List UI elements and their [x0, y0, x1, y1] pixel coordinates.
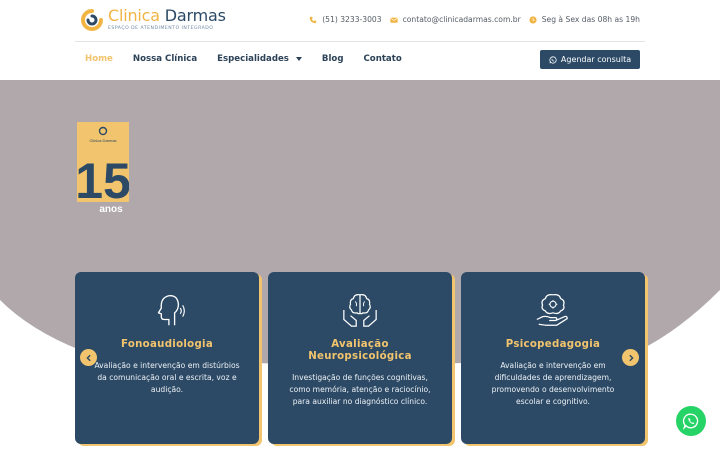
card-text: Avaliação e intervenção em dificuldades … — [491, 361, 615, 406]
clock-icon — [529, 15, 537, 24]
carousel-prev-button[interactable] — [80, 349, 97, 366]
hours-contact: Seg à Sex das 08h as 19h — [529, 15, 640, 24]
anniversary-badge: Clinica Darmas 15 anos — [77, 122, 129, 214]
card-text: Avaliação e intervenção em distúrbios da… — [94, 361, 240, 394]
carousel-next-button[interactable] — [622, 349, 639, 366]
chevron-right-icon — [628, 354, 634, 361]
envelope-icon — [390, 17, 398, 23]
email-text: contato@clinicadarmas.com.br — [402, 15, 521, 24]
email-contact[interactable]: contato@clinicadarmas.com.br — [390, 15, 521, 24]
card-title: Avaliação Neuropsicológica — [308, 339, 412, 363]
page: Clinica Darmas ESPAÇO DE ATENDIMENTO INT… — [0, 0, 720, 450]
whatsapp-small-icon — [549, 55, 557, 64]
site-header: Clinica Darmas ESPAÇO DE ATENDIMENTO INT… — [0, 0, 720, 80]
main-nav: Home Nossa Clínica Especialidades Blog C… — [85, 54, 402, 64]
header-contacts: (51) 3233-3003 contato@clinicadarmas.com… — [309, 15, 640, 24]
whatsapp-icon — [682, 413, 699, 430]
service-card-fonoaudiologia[interactable]: Fonoaudiologia Avaliação e intervenção e… — [75, 272, 259, 444]
phone-contact[interactable]: (51) 3233-3003 — [309, 15, 382, 24]
badge-brand: Clinica Darmas — [89, 138, 116, 143]
badge-number: 15 — [77, 153, 129, 209]
speaking-head-icon — [157, 295, 185, 326]
card-text: Investigação de funções cognitivas, como… — [289, 373, 431, 406]
phone-text: (51) 3233-3003 — [322, 15, 382, 24]
logo-name: Clinica Darmas — [108, 8, 226, 24]
nav-contato[interactable]: Contato — [363, 54, 401, 64]
nav-especialidades[interactable]: Especialidades — [217, 54, 302, 64]
logo-name-part1: Clinica — [108, 6, 160, 26]
brain-gear-hand-icon — [536, 294, 568, 326]
card-title: Fonoaudiologia — [120, 339, 214, 350]
nav-blog[interactable]: Blog — [322, 54, 344, 64]
logo-name-part2: Darmas — [164, 6, 226, 26]
caret-down-icon — [295, 57, 302, 61]
logo-mark-icon — [81, 9, 103, 31]
service-card-psicopedagogia[interactable]: Psicopedagogia Avaliação e intervenção e… — [461, 272, 645, 444]
service-card-neuropsicologica[interactable]: Avaliação Neuropsicológica Investigação … — [268, 272, 452, 444]
schedule-button[interactable]: Agendar consulta — [540, 50, 640, 69]
whatsapp-floating-button[interactable] — [676, 406, 706, 436]
hours-text: Seg à Sex das 08h as 19h — [541, 15, 640, 24]
logo[interactable]: Clinica Darmas ESPAÇO DE ATENDIMENTO INT… — [80, 8, 226, 32]
nav-home[interactable]: Home — [85, 54, 113, 64]
brain-hands-icon — [343, 294, 377, 327]
phone-icon — [310, 16, 317, 23]
chevron-left-icon — [85, 354, 91, 361]
header-divider — [75, 41, 645, 42]
badge-word: anos — [99, 204, 123, 214]
schedule-button-label: Agendar consulta — [560, 55, 632, 64]
nav-nossa-clinica[interactable]: Nossa Clínica — [133, 54, 197, 64]
card-title: Psicopedagogia — [505, 339, 601, 350]
logo-tagline: ESPAÇO DE ATENDIMENTO INTEGRADO — [108, 26, 214, 32]
